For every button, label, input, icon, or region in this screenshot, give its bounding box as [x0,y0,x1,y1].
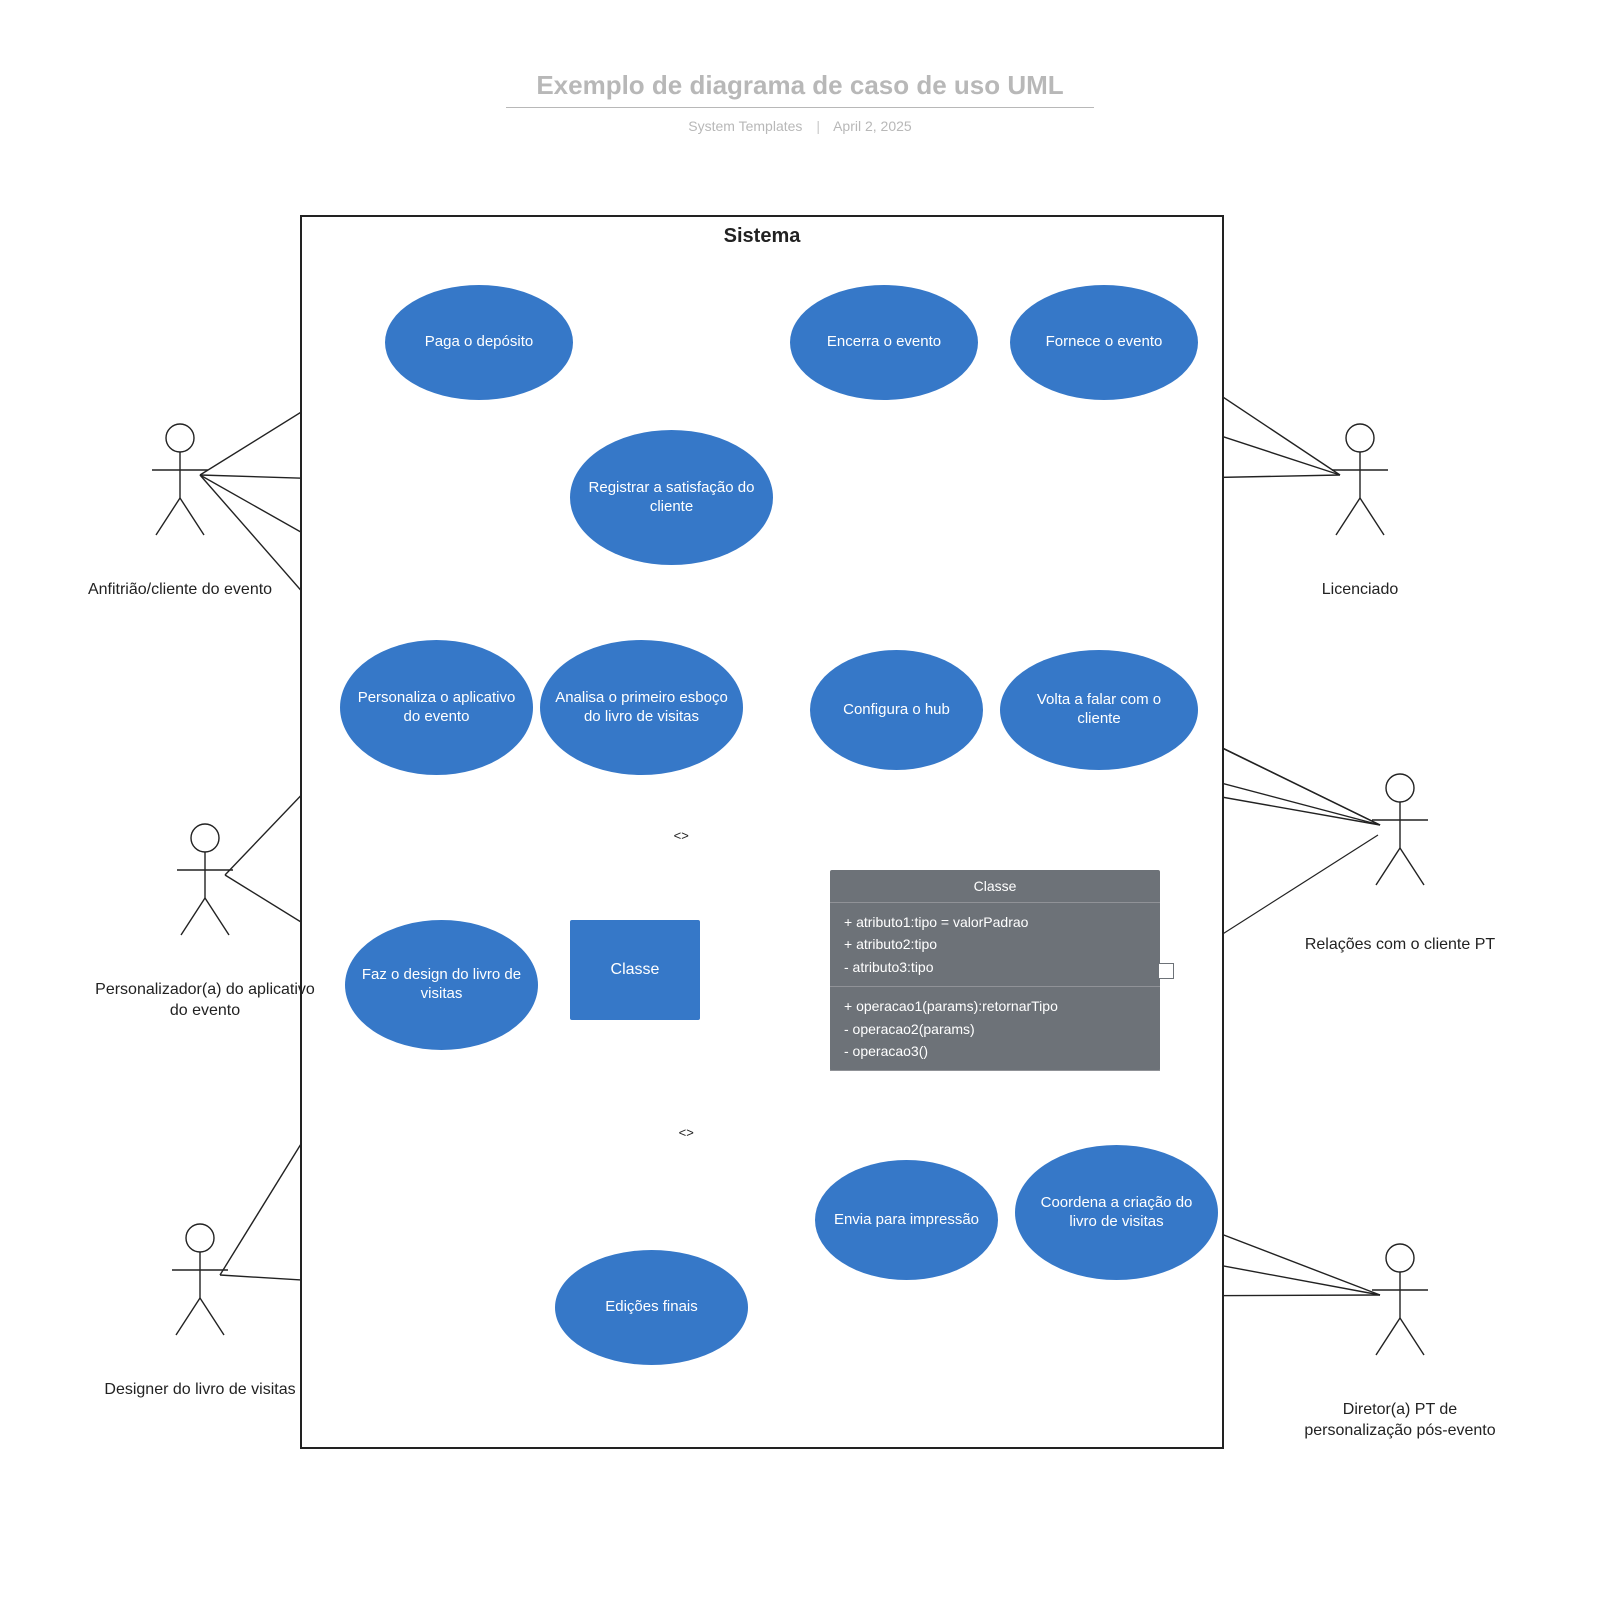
usecase-design: Faz o design do livro de visitas [345,920,538,1050]
class-node: Classe [570,920,700,1020]
actor-label-client_rel: Relações com o cliente PT [1290,935,1510,956]
usecase-close: Encerra o evento [790,285,978,400]
usecase-personalize: Personaliza o aplicativo do evento [340,640,533,775]
usecase-print: Envia para impressão [815,1160,998,1280]
usecase-coord: Coordena a criação do livro de visitas [1015,1145,1218,1280]
actor-label-licensee: Licenciado [1250,580,1470,601]
include-label: <> [679,1125,694,1140]
actor-label-customizer: Personalizador(a) do aplicativo do event… [95,980,315,1022]
usecase-followup: Volta a falar com o cliente [1000,650,1198,770]
usecase-satisf: Registrar a satisfação do cliente [570,430,773,565]
usecase-analyze: Analisa o primeiro esboço do livro de vi… [540,640,743,775]
usecase-provide: Fornece o evento [1010,285,1198,400]
usecase-config: Configura o hub [810,650,983,770]
usecase-final: Edições finais [555,1250,748,1365]
actor-label-director: Diretor(a) PT de personalização pós-even… [1290,1400,1510,1442]
actor-label-designer: Designer do livro de visitas [90,1380,310,1401]
class-note: Classe+ atributo1:tipo = valorPadrao+ at… [830,870,1160,1071]
system-label: Sistema [302,225,1222,248]
include-label: <> [674,828,689,843]
actor-label-host: Anfitrião/cliente do evento [70,580,290,601]
usecase-deposit: Paga o depósito [385,285,573,400]
